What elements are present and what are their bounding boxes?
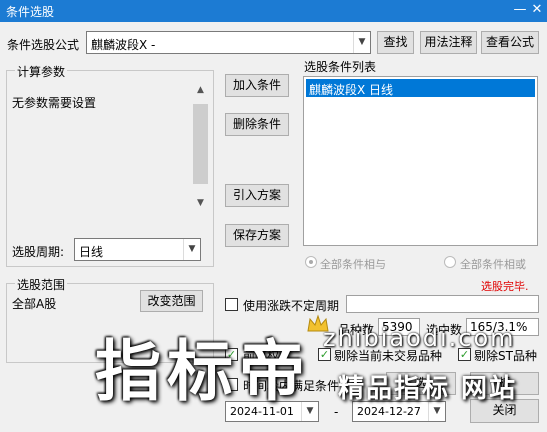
- formula-value: 麒麟波段X -: [91, 38, 156, 52]
- scroll-thumb[interactable]: [193, 104, 208, 184]
- date-separator: -: [334, 405, 339, 419]
- condition-item[interactable]: 麒麟波段X 日线: [306, 79, 535, 97]
- change-range-button[interactable]: 改变范围: [140, 290, 203, 312]
- variable-period-checkbox[interactable]: [225, 298, 238, 311]
- watermark-site: zhibiaodi.com: [323, 324, 516, 352]
- scroll-up-icon[interactable]: ▲: [192, 82, 209, 99]
- date-to-value: 2024-12-27: [357, 405, 421, 418]
- conditions-label: 选股条件列表: [304, 60, 377, 74]
- logic-or-radio[interactable]: [444, 256, 456, 268]
- window-title: 条件选股: [6, 5, 55, 19]
- import-scheme-button[interactable]: 引入方案: [225, 184, 289, 207]
- chevron-down-icon[interactable]: ▼: [353, 32, 370, 53]
- formula-select[interactable]: 麒麟波段X - ▼: [86, 31, 371, 54]
- chevron-down-icon[interactable]: ▼: [183, 239, 200, 260]
- minimize-button[interactable]: —: [511, 1, 529, 19]
- formula-label: 条件选股公式: [7, 38, 80, 52]
- scroll-down-icon[interactable]: ▼: [192, 195, 209, 212]
- range-value: 全部A股: [12, 297, 57, 311]
- params-group-title: 计算参数: [15, 63, 68, 80]
- watermark-big: 指标帝: [95, 333, 311, 410]
- add-condition-button[interactable]: 加入条件: [225, 74, 289, 97]
- period-select[interactable]: 日线 ▼: [74, 238, 201, 261]
- period-label: 选股周期:: [12, 245, 65, 259]
- logic-or-label: 全部条件相或: [460, 258, 526, 271]
- watermark-tagline: 精品指标 网站: [338, 374, 518, 404]
- find-button[interactable]: 查找: [377, 31, 414, 54]
- params-scrollbar[interactable]: ▲ ▼: [192, 82, 209, 212]
- usage-button[interactable]: 用法注释: [420, 31, 477, 54]
- delete-condition-button[interactable]: 删除条件: [225, 113, 289, 136]
- logic-and-radio[interactable]: [305, 256, 317, 268]
- close-window-button[interactable]: ✕: [528, 1, 546, 19]
- save-scheme-button[interactable]: 保存方案: [225, 224, 289, 247]
- range-group-title: 选股范围: [15, 276, 68, 293]
- conditions-list[interactable]: 麒麟波段X 日线: [303, 76, 538, 246]
- variable-period-field[interactable]: [346, 295, 539, 313]
- title-bar: 条件选股 — ✕: [0, 0, 547, 22]
- variable-period-label: 使用涨跌不定周期: [243, 299, 340, 313]
- view-formula-button[interactable]: 查看公式: [481, 31, 539, 54]
- status-done: 选股完毕.: [481, 280, 529, 293]
- logic-and-label: 全部条件相与: [320, 258, 386, 271]
- period-value: 日线: [79, 245, 104, 259]
- params-text: 无参数需要设置: [12, 96, 97, 110]
